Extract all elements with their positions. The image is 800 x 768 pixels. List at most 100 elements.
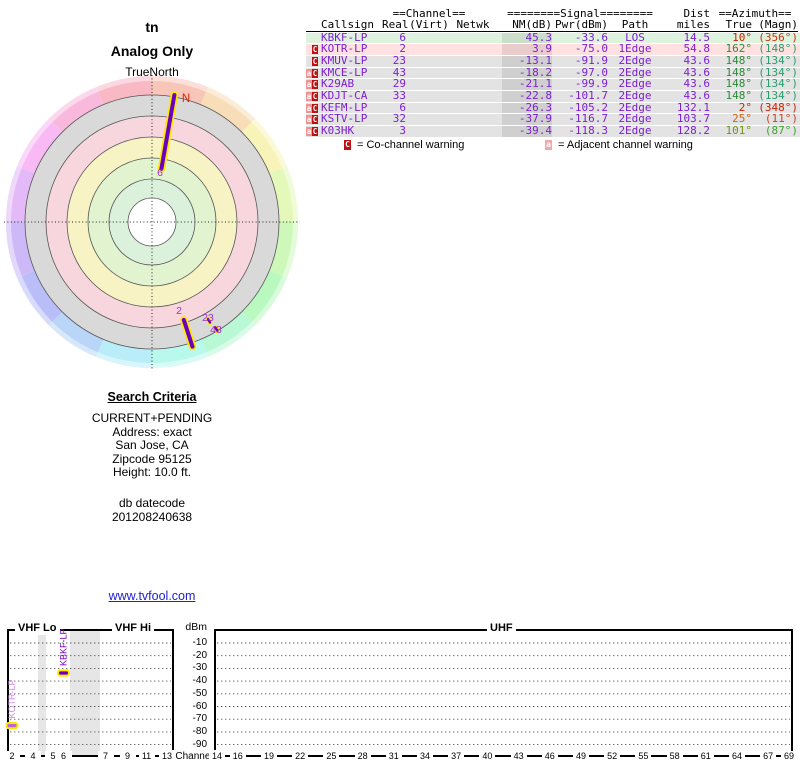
north-label: N — [182, 93, 190, 105]
db-datecode-value: 201208240638 — [111, 509, 193, 524]
marker-callsign-label: KBKF-LP — [59, 628, 69, 666]
dbm-tick-label: -10 — [192, 637, 207, 648]
site-link-wrap: www.tvfool.com — [0, 589, 304, 603]
channel-tick-label: 34 — [417, 751, 433, 762]
vhf-hi-band-label: VHF Hi — [112, 622, 155, 635]
search-criteria-title: Search Criteria — [107, 390, 197, 404]
pointer-channel-label: 2 — [176, 305, 182, 317]
pointer-channel-label: 23 — [202, 312, 214, 324]
channel-tick-label: 40 — [479, 751, 496, 762]
channel-tick-label: 37 — [448, 751, 465, 762]
co-channel-warning-icon: C — [312, 68, 318, 78]
channel-tick-label: 9 — [119, 751, 136, 762]
db-datecode-label: db datecode — [118, 496, 186, 510]
channel-tick-label: 28 — [354, 751, 371, 762]
channel-tick-label: 58 — [666, 751, 683, 762]
channel-tick-label: 2 — [4, 751, 20, 762]
tvfool-link[interactable]: www.tvfool.com — [109, 589, 196, 603]
dbm-tick-label: -90 — [192, 738, 207, 750]
band-gap — [38, 630, 46, 756]
channel-tick-label: 52 — [604, 751, 621, 762]
co-channel-warning-icon: C — [312, 45, 318, 55]
dbm-tick-label: -60 — [192, 700, 207, 712]
path-header: Path — [621, 18, 649, 31]
plot-subtitle: Analog Only — [110, 43, 194, 59]
db-datecode-block: db datecode 201208240638 — [0, 496, 304, 524]
nm-cell: -39.4 — [502, 125, 552, 137]
plot-title: tn — [145, 19, 159, 35]
channel-tick-label: 43 — [510, 751, 527, 762]
azimuth-radar-plot: 6 N 2 2343 — [4, 75, 300, 369]
channel-tick-label: 61 — [697, 751, 714, 762]
search-address: Address: exact — [112, 424, 192, 439]
channel-tick-label: 31 — [385, 751, 402, 762]
dbm-tick-label: -40 — [192, 675, 207, 687]
dbm-tick-label: -50 — [192, 687, 207, 699]
nm-header: NM(dB) — [512, 18, 552, 31]
channel-tick-label: 69 — [781, 751, 797, 762]
miles-cell: 128.2 — [676, 124, 710, 138]
channel-tick-label: 22 — [292, 751, 309, 762]
table-header-columns: Callsign Real (Virt) Netwk NM(dB) Pwr(dB… — [306, 18, 800, 31]
co-channel-warning-icon: C — [312, 92, 318, 101]
dbm-tick-label: -70 — [192, 713, 207, 725]
real-channel-cell: 3 — [399, 124, 406, 138]
channel-tick-label: 14 — [209, 751, 225, 762]
virt-header: (Virt) — [409, 18, 449, 31]
co-channel-legend-icon: C — [344, 140, 351, 150]
signal-strength-chart: KBKF-LP KOTR-LP — [5, 628, 793, 757]
search-criteria-block: CURRENT+PENDING Address: exact San Jose,… — [0, 411, 304, 480]
uhf-band-label: UHF — [487, 622, 516, 635]
search-mode: CURRENT+PENDING — [91, 411, 213, 425]
dbm-tick-label: -80 — [192, 725, 207, 737]
uhf-plot-box — [214, 629, 793, 757]
channel-tick-label: 16 — [229, 751, 246, 762]
channel-tick-label: 6 — [55, 751, 72, 762]
marker-callsign-label: KOTR-LP — [7, 679, 17, 718]
tvfool-report: tn Analog Only TrueNorth 6 N 2 23 43 ==Chann… — [0, 0, 800, 768]
real-header: Real — [382, 18, 409, 31]
dbm-axis-label: dBm — [185, 621, 207, 633]
search-zipcode: Zipcode 95125 — [112, 451, 192, 466]
signal-marker — [5, 722, 19, 730]
table-row: a C KEFM-LP 6 -26.3 -105.2 2Edge 132.1 2… — [306, 102, 800, 114]
callsign-header: Callsign — [321, 18, 374, 31]
channel-tick-label: 19 — [261, 751, 277, 762]
search-height: Height: 10.0 ft. — [112, 465, 192, 479]
search-city: San Jose, CA — [115, 438, 189, 452]
miles-header: miles — [676, 18, 710, 31]
pwr-header: Pwr(dBm) — [555, 18, 608, 31]
pointer-channel-label: 43 — [210, 324, 222, 336]
true-az-cell: 101° — [725, 124, 753, 138]
pointer-channel-label: 6 — [157, 167, 163, 179]
co-channel-warning-icon: C — [312, 127, 318, 137]
signal-marker — [57, 669, 70, 677]
channel-tick-label: 49 — [573, 751, 589, 762]
channel-tick-label: 25 — [323, 751, 340, 762]
channel-tick-label: 67 — [760, 751, 777, 762]
pwr-cell: -118.3 — [568, 124, 608, 138]
channel-tick-label: 55 — [635, 751, 652, 762]
path-cell: 2Edge — [618, 124, 652, 138]
dbm-tick-label: -20 — [192, 649, 207, 661]
band-gap — [70, 630, 100, 756]
dbm-tick-label: -30 — [192, 662, 207, 674]
adjacent-channel-legend-text: = Adjacent channel warning — [558, 139, 693, 151]
callsign-cell: K03HK — [321, 124, 355, 138]
netwk-header: Netwk — [456, 18, 490, 31]
co-channel-legend-text: = Co-channel warning — [357, 139, 465, 151]
true-az-header: True — [725, 18, 753, 31]
channel-tick-label: 64 — [729, 751, 745, 762]
table-row: a C K03HK 3 -39.4 -118.3 2Edge 128.2 101… — [306, 124, 800, 138]
co-channel-warning-icon: C — [312, 80, 318, 90]
vhf-lo-band-label: VHF Lo — [15, 622, 60, 635]
co-channel-warning-icon: C — [312, 103, 318, 113]
co-channel-warning-icon: C — [312, 115, 318, 125]
magn-az-cell: (87°) — [764, 124, 798, 138]
co-channel-warning-icon: C — [312, 56, 318, 66]
magn-az-header: (Magn) — [758, 18, 798, 31]
channel-tick-label: 46 — [541, 751, 558, 762]
table-row: a C KDJT-CA 33 -22.8 -101.7 2Edge 43.6 1… — [306, 90, 800, 102]
adjacent-channel-legend-icon: a — [545, 140, 552, 150]
channel-tick-label: 7 — [97, 751, 114, 762]
